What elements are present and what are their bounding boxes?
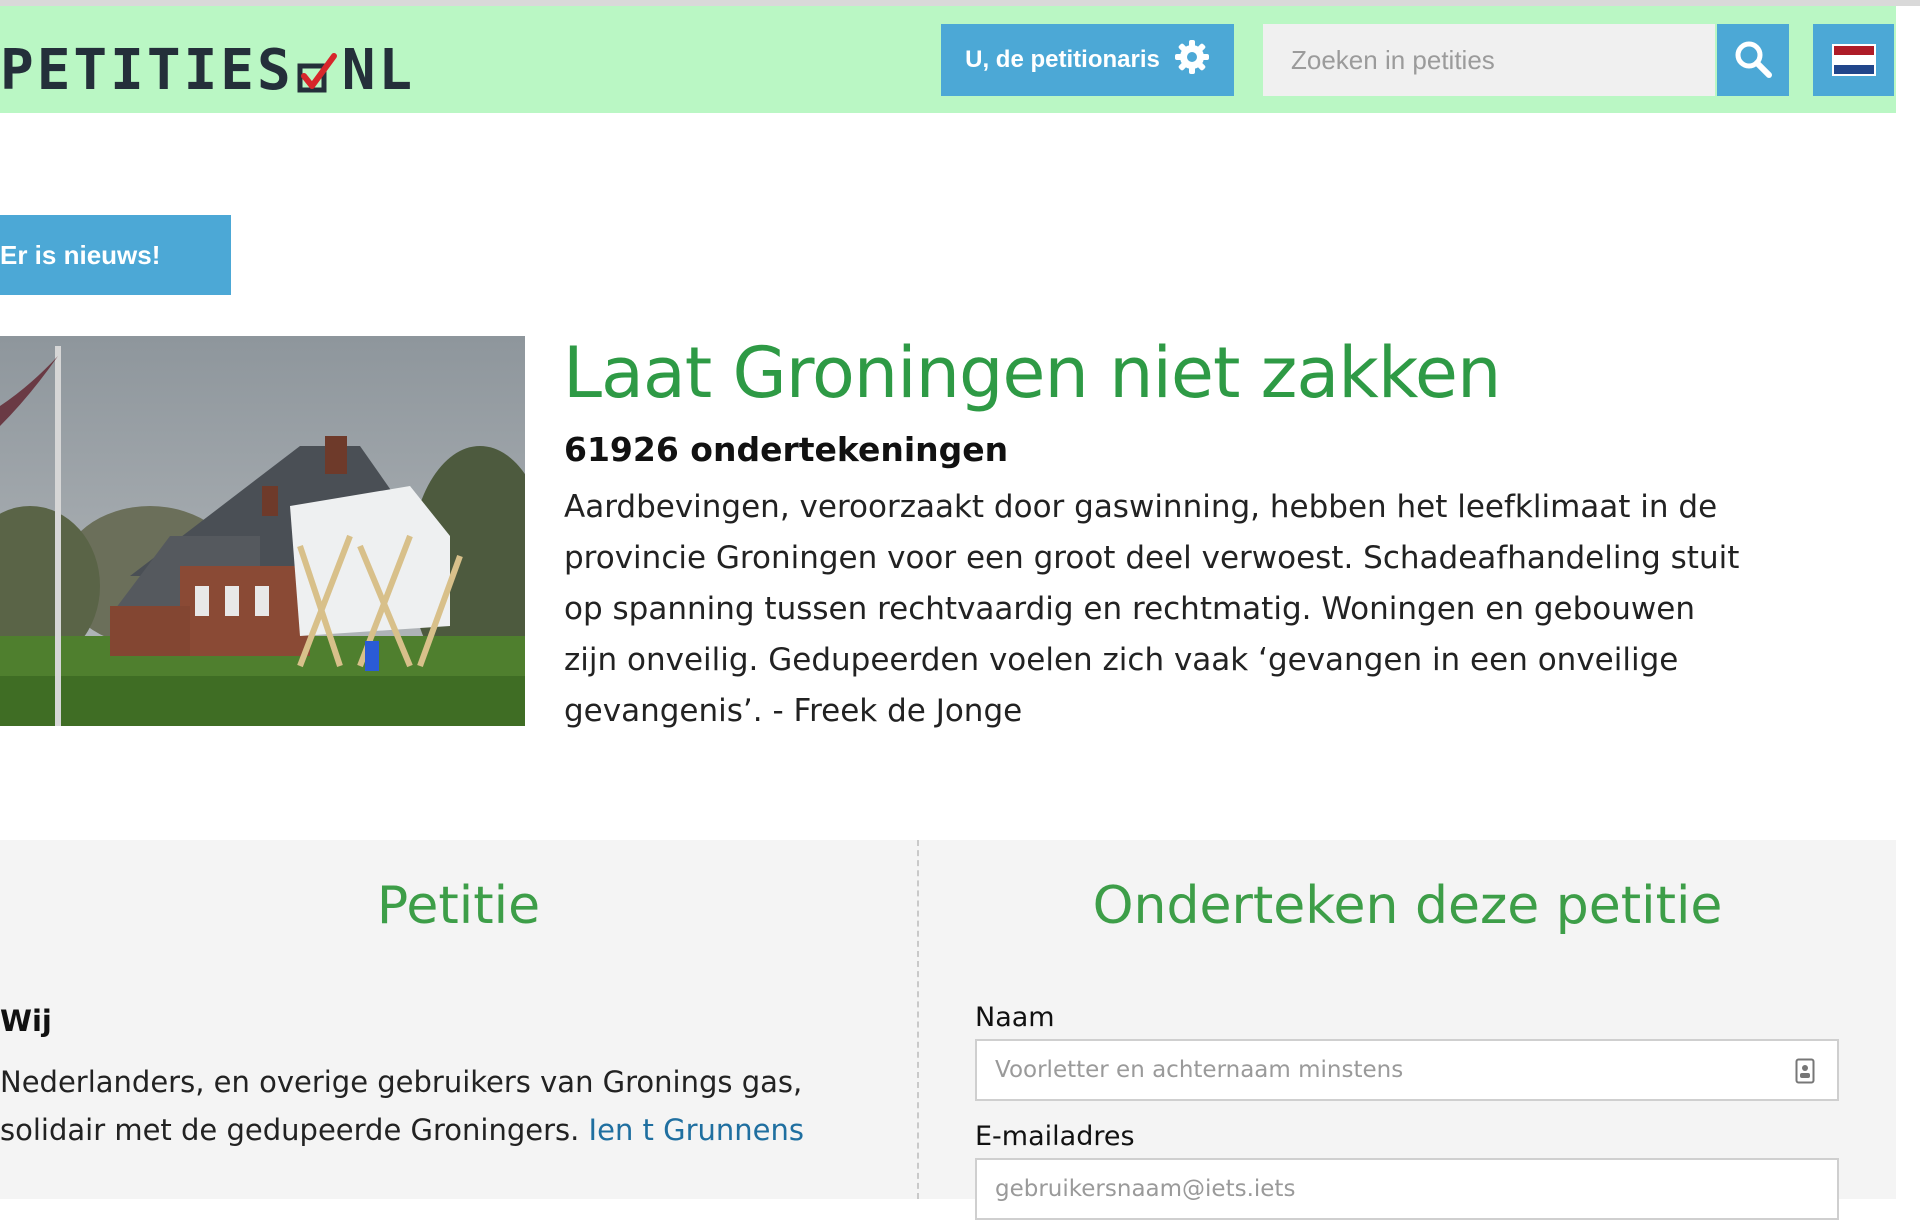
petition-panel-title: Petitie bbox=[376, 876, 541, 936]
search-button[interactable] bbox=[1717, 24, 1789, 96]
sign-panel-title: Onderteken deze petitie bbox=[1092, 876, 1723, 936]
dutch-flag-icon bbox=[1831, 44, 1876, 76]
name-label: Naam bbox=[975, 1002, 1055, 1033]
email-input[interactable] bbox=[975, 1158, 1839, 1220]
petition-title: Laat Groningen niet zakken bbox=[563, 332, 1501, 414]
logo-text: PETITIES bbox=[0, 37, 294, 103]
petition-image bbox=[0, 336, 525, 726]
contact-card-icon bbox=[1795, 1058, 1815, 1084]
news-button[interactable]: Er is nieuws! bbox=[0, 215, 231, 295]
name-input[interactable] bbox=[975, 1039, 1839, 1101]
logo-suffix: NL bbox=[341, 37, 416, 103]
email-label: E-mailadres bbox=[975, 1121, 1135, 1152]
account-button[interactable]: U, de petitionaris bbox=[941, 24, 1234, 96]
petition-text: Nederlanders, en overige gebruikers van … bbox=[0, 1058, 900, 1154]
gear-icon bbox=[1174, 39, 1210, 82]
account-button-label: U, de petitionaris bbox=[965, 46, 1160, 73]
site-logo[interactable]: PETITIES NL bbox=[0, 37, 416, 103]
petition-link[interactable]: Ien t Grunnens bbox=[589, 1113, 804, 1147]
checkbox-logo-icon bbox=[294, 44, 342, 96]
search-icon bbox=[1733, 39, 1773, 82]
petition-subhead: Wij bbox=[0, 1004, 52, 1038]
signature-count: 61926 ondertekeningen bbox=[564, 430, 1009, 469]
language-button[interactable] bbox=[1813, 24, 1894, 96]
petition-description: Aardbevingen, veroorzaakt door gaswinnin… bbox=[564, 489, 1740, 729]
search-input[interactable] bbox=[1263, 24, 1715, 96]
